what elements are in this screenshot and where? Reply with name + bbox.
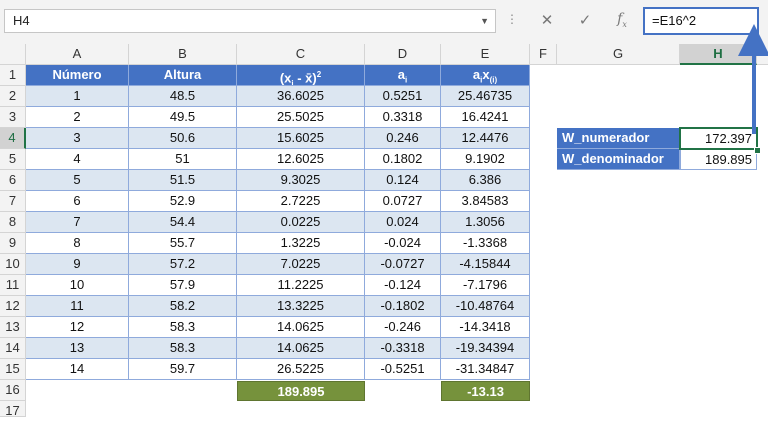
annotation-arrow xyxy=(738,24,768,134)
